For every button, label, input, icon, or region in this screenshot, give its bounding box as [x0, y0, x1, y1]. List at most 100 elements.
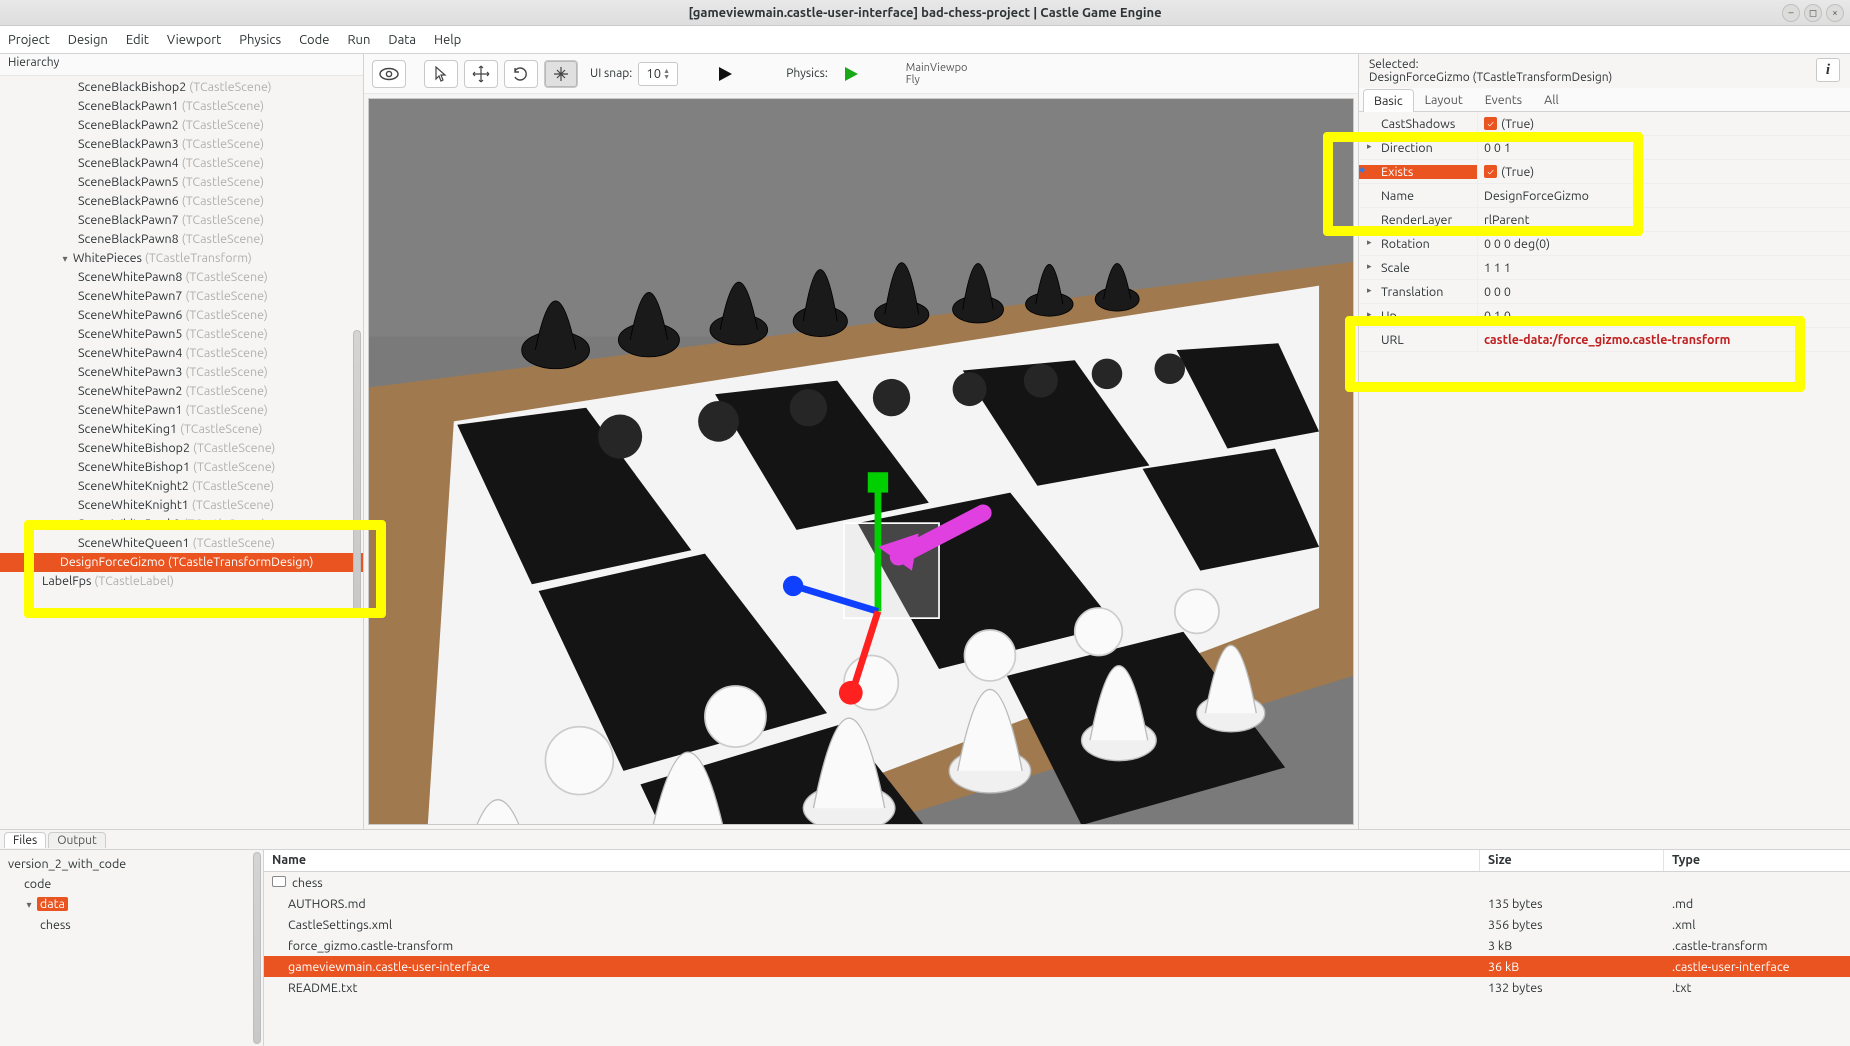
tool-select-button[interactable]: [424, 60, 458, 88]
checkbox-icon[interactable]: ✓: [1484, 165, 1497, 178]
property-row[interactable]: URLcastle-data:/force_gizmo.castle-trans…: [1359, 328, 1850, 352]
tree-row[interactable]: SceneWhitePawn7 (TCastleScene): [0, 287, 363, 306]
property-value[interactable]: 0 0 1: [1477, 136, 1850, 159]
file-tree-root[interactable]: version_2_with_code: [4, 854, 259, 874]
tree-row[interactable]: LabelFps (TCastleLabel): [0, 572, 363, 591]
file-list-body[interactable]: chessAUTHORS.md135 bytes.mdCastleSetting…: [264, 872, 1850, 1046]
tree-row[interactable]: SceneBlackPawn3 (TCastleScene): [0, 135, 363, 154]
tree-row[interactable]: SceneBlackPawn5 (TCastleScene): [0, 173, 363, 192]
tree-row[interactable]: SceneWhitePawn2 (TCastleScene): [0, 382, 363, 401]
tree-row[interactable]: SceneWhiteKnight1 (TCastleScene): [0, 496, 363, 515]
tab-files[interactable]: Files: [4, 832, 46, 848]
file-tree-item[interactable]: ▾ data: [4, 894, 259, 915]
tree-row[interactable]: SceneWhiteRook2 (TCastleScene): [0, 515, 363, 534]
tree-row[interactable]: SceneWhitePawn4 (TCastleScene): [0, 344, 363, 363]
checkbox-icon[interactable]: ✓: [1484, 117, 1497, 130]
tree-row[interactable]: SceneWhiteQueen1 (TCastleScene): [0, 534, 363, 553]
expand-icon[interactable]: ▾: [24, 895, 34, 915]
tree-row[interactable]: SceneBlackPawn1 (TCastleScene): [0, 97, 363, 116]
col-type[interactable]: Type: [1664, 850, 1850, 871]
file-tree-scrollbar[interactable]: [253, 852, 261, 1044]
window-close-button[interactable]: ×: [1826, 4, 1844, 22]
chevron-right-icon[interactable]: ▸: [1367, 141, 1372, 152]
menu-project[interactable]: Project: [8, 33, 50, 47]
tree-row[interactable]: SceneBlackPawn6 (TCastleScene): [0, 192, 363, 211]
menu-viewport[interactable]: Viewport: [167, 33, 221, 47]
tree-row[interactable]: SceneWhiteKing1 (TCastleScene): [0, 420, 363, 439]
tool-preview-button[interactable]: [372, 60, 406, 88]
tool-move-button[interactable]: [464, 60, 498, 88]
property-grid[interactable]: CastShadows✓(True)▸Direction0 0 1◆Exists…: [1359, 112, 1850, 829]
menu-design[interactable]: Design: [68, 33, 108, 47]
camera-info[interactable]: MainViewpo Fly: [906, 62, 968, 86]
file-tree-item[interactable]: chess: [4, 915, 259, 935]
tree-row[interactable]: SceneWhitePawn5 (TCastleScene): [0, 325, 363, 344]
tree-row[interactable]: SceneWhiteKnight2 (TCastleScene): [0, 477, 363, 496]
property-row[interactable]: ▸Translation0 0 0: [1359, 280, 1850, 304]
property-row[interactable]: ▸Up0 1 0: [1359, 304, 1850, 328]
tab-basic[interactable]: Basic: [1363, 89, 1414, 112]
hierarchy-scrollbar[interactable]: [353, 330, 361, 614]
tree-row[interactable]: SceneBlackPawn7 (TCastleScene): [0, 211, 363, 230]
col-name[interactable]: Name: [264, 850, 1480, 871]
property-row[interactable]: ▸Rotation0 0 0 deg(0): [1359, 232, 1850, 256]
play-simulation-button[interactable]: [708, 60, 742, 88]
menu-physics[interactable]: Physics: [239, 33, 281, 47]
chevron-right-icon[interactable]: ▸: [1367, 261, 1372, 272]
property-row[interactable]: ▸Direction0 0 1: [1359, 136, 1850, 160]
property-row[interactable]: CastShadows✓(True): [1359, 112, 1850, 136]
viewport-3d[interactable]: FPS: xxx: [368, 98, 1354, 825]
info-button[interactable]: i: [1816, 58, 1840, 82]
file-tree[interactable]: version_2_with_code code▾ datachess: [0, 850, 264, 1046]
property-value[interactable]: 0 0 0 deg(0): [1477, 232, 1850, 255]
tab-output[interactable]: Output: [48, 832, 105, 848]
file-row[interactable]: force_gizmo.castle-transform3 kB.castle-…: [264, 935, 1850, 956]
property-row[interactable]: RenderLayerrlParent: [1359, 208, 1850, 232]
tree-row[interactable]: SceneWhitePawn6 (TCastleScene): [0, 306, 363, 325]
tree-row[interactable]: SceneWhitePawn8 (TCastleScene): [0, 268, 363, 287]
tree-row[interactable]: SceneBlackPawn2 (TCastleScene): [0, 116, 363, 135]
snap-input[interactable]: 10 ▲▼: [638, 62, 678, 86]
menu-code[interactable]: Code: [299, 33, 329, 47]
file-list-header[interactable]: Name Size Type: [264, 850, 1850, 872]
file-row-folder[interactable]: chess: [264, 872, 1850, 893]
menu-edit[interactable]: Edit: [126, 33, 149, 47]
window-maximize-button[interactable]: ◻: [1804, 4, 1822, 22]
tree-row[interactable]: SceneBlackPawn4 (TCastleScene): [0, 154, 363, 173]
chevron-right-icon[interactable]: ▸: [1367, 285, 1372, 296]
property-value[interactable]: ✓(True): [1477, 160, 1850, 183]
file-row[interactable]: AUTHORS.md135 bytes.md: [264, 893, 1850, 914]
property-row[interactable]: NameDesignForceGizmo: [1359, 184, 1850, 208]
property-value[interactable]: castle-data:/force_gizmo.castle-transfor…: [1477, 328, 1850, 351]
tab-layout[interactable]: Layout: [1414, 88, 1474, 111]
property-value[interactable]: DesignForceGizmo: [1477, 184, 1850, 207]
tab-all[interactable]: All: [1533, 88, 1570, 111]
tree-row[interactable]: SceneWhiteBishop1 (TCastleScene): [0, 458, 363, 477]
property-value[interactable]: 0 1 0: [1477, 304, 1850, 327]
hierarchy-tree[interactable]: SceneBlackBishop2 (TCastleScene)SceneBla…: [0, 76, 363, 829]
col-size[interactable]: Size: [1480, 850, 1664, 871]
tree-row[interactable]: SceneBlackPawn8 (TCastleScene): [0, 230, 363, 249]
chevron-right-icon[interactable]: ▸: [1367, 237, 1372, 248]
expand-icon[interactable]: ▾: [60, 249, 70, 268]
chevron-right-icon[interactable]: ▸: [1367, 309, 1372, 320]
tool-rotate-button[interactable]: [504, 60, 538, 88]
tab-events[interactable]: Events: [1474, 88, 1533, 111]
tree-row[interactable]: SceneWhiteBishop2 (TCastleScene): [0, 439, 363, 458]
property-value[interactable]: ✓(True): [1477, 112, 1850, 135]
tree-row[interactable]: SceneBlackBishop2 (TCastleScene): [0, 78, 363, 97]
tree-row[interactable]: SceneWhitePawn3 (TCastleScene): [0, 363, 363, 382]
physics-play-button[interactable]: [834, 60, 868, 88]
file-row[interactable]: README.txt132 bytes.txt: [264, 977, 1850, 998]
property-row[interactable]: ▸Scale1 1 1: [1359, 256, 1850, 280]
tree-row[interactable]: DesignForceGizmo (TCastleTransformDesign…: [0, 553, 363, 572]
menu-data[interactable]: Data: [388, 33, 416, 47]
menu-run[interactable]: Run: [347, 33, 370, 47]
property-row[interactable]: ◆Exists✓(True): [1359, 160, 1850, 184]
menu-help[interactable]: Help: [434, 33, 461, 47]
file-row[interactable]: gameviewmain.castle-user-interface36 kB.…: [264, 956, 1850, 977]
file-row[interactable]: CastleSettings.xml356 bytes.xml: [264, 914, 1850, 935]
property-value[interactable]: 0 0 0: [1477, 280, 1850, 303]
file-tree-item[interactable]: code: [4, 874, 259, 894]
tree-row[interactable]: ▾ WhitePieces (TCastleTransform): [0, 249, 363, 268]
